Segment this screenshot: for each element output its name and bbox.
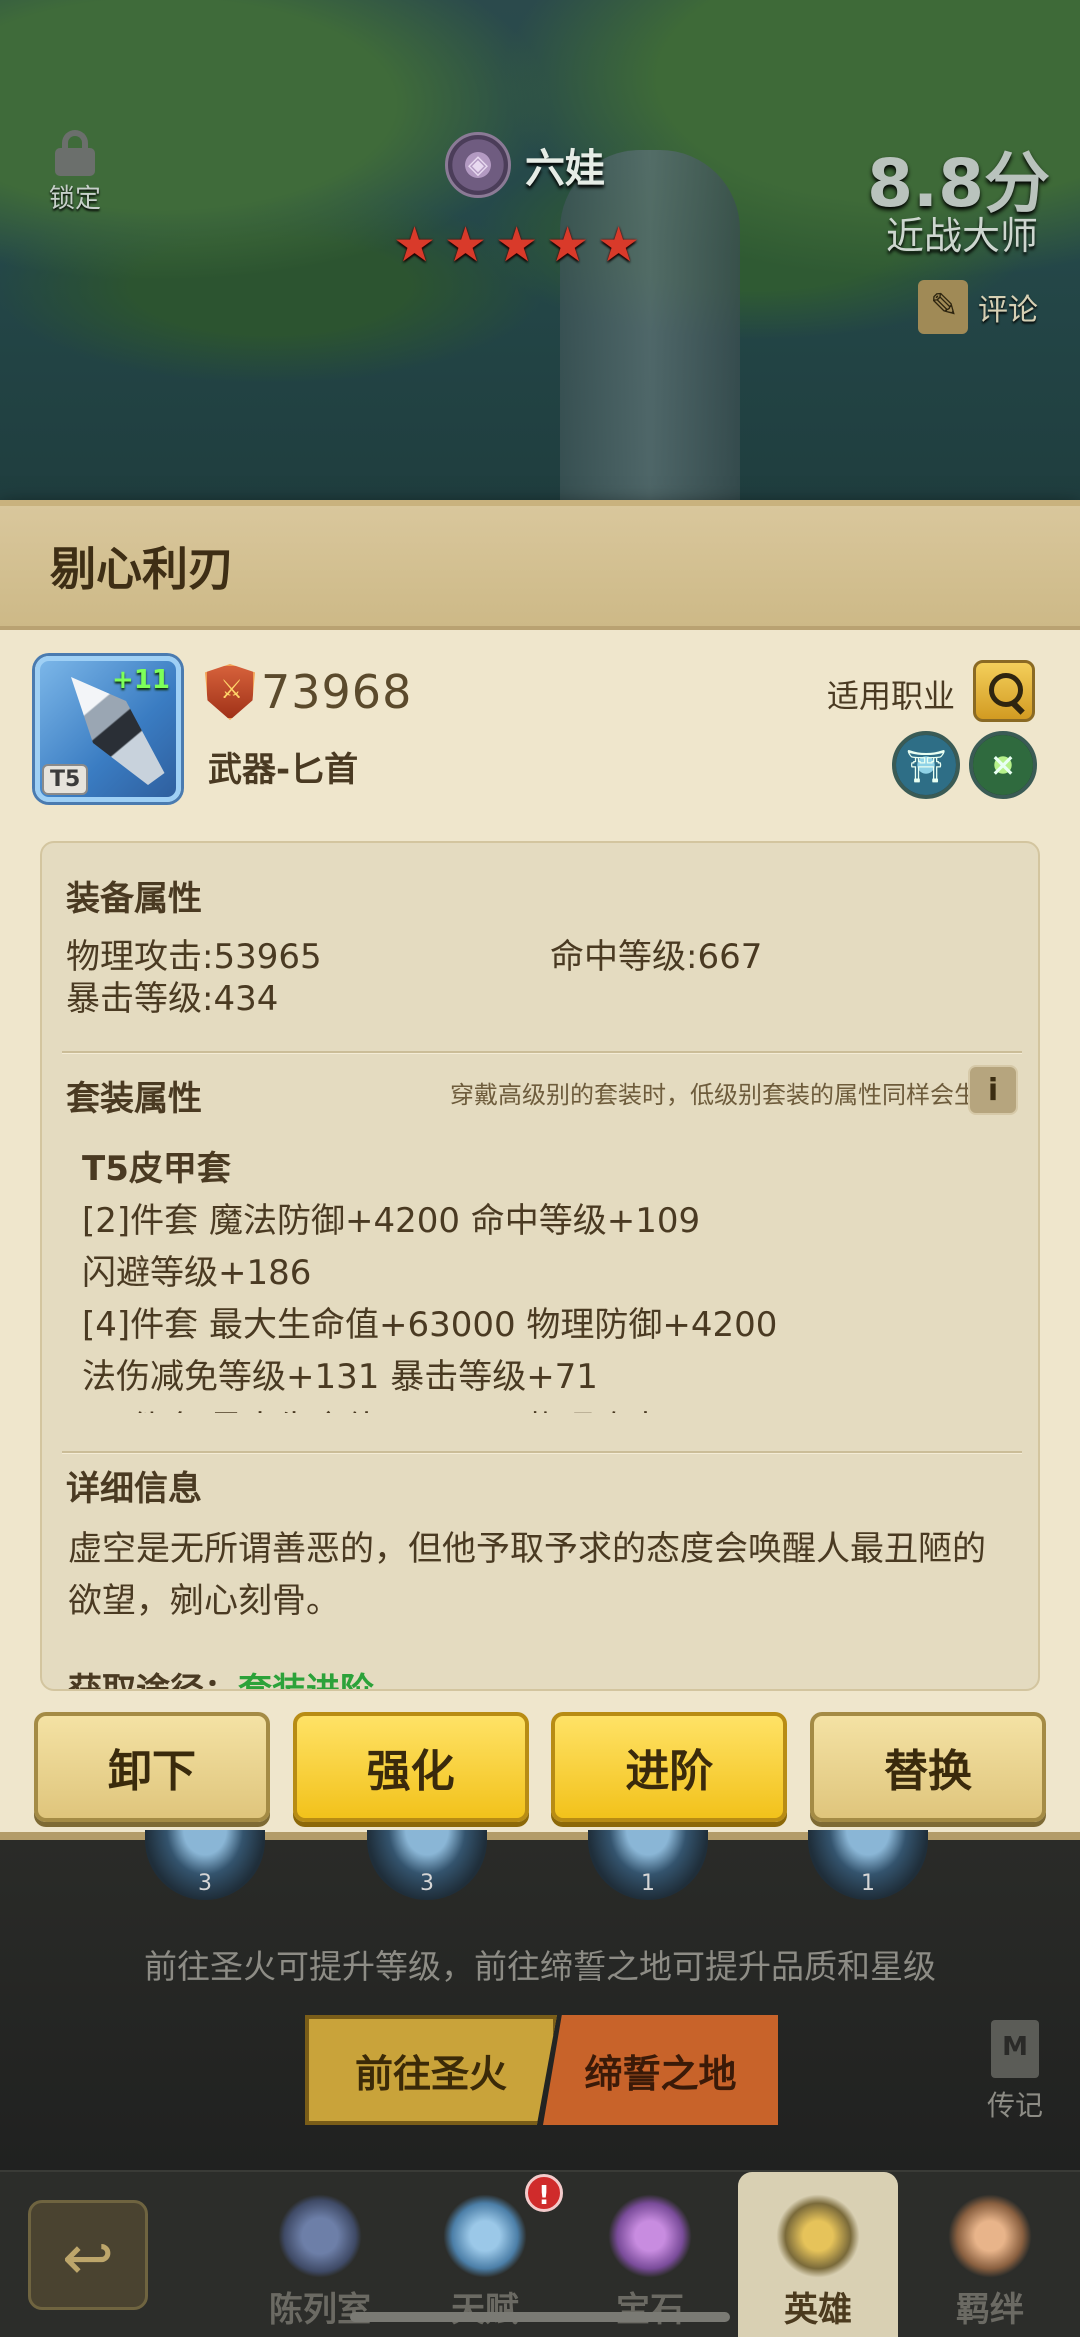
lock-label: 锁定 xyxy=(48,184,101,214)
hero-name: 六娃 xyxy=(525,146,605,192)
handshake-icon xyxy=(948,2194,1032,2278)
source-label: 获取途径： xyxy=(68,1671,238,1691)
class-monk-icon[interactable]: ⛩ xyxy=(892,731,960,799)
set-note: 穿戴高级别的套装时，低级别套装的属性同样会生 xyxy=(450,1081,978,1109)
notification-badge: ! xyxy=(525,2174,563,2212)
set-line: [4]件套 最大生命值+63000 物理防御+4200 xyxy=(82,1305,778,1345)
lock-icon xyxy=(53,130,97,176)
item-type: 武器-匕首 xyxy=(208,750,359,790)
source-row: 获取途径：套装进阶 xyxy=(68,1663,374,1691)
review-icon xyxy=(918,280,968,334)
crown-icon xyxy=(278,2194,362,2278)
gem-count: 3 xyxy=(198,1871,212,1896)
power-value: 73968 xyxy=(261,665,413,719)
suitable-class-label: 适用职业 xyxy=(826,677,955,715)
hero-class-emblem-icon: ◈ xyxy=(445,132,511,198)
review-label: 评论 xyxy=(978,293,1038,328)
stat-hit-level: 命中等级:667 xyxy=(550,937,763,977)
biography-label: 传记 xyxy=(986,2089,1043,2122)
biography-button[interactable]: 传记 xyxy=(980,2020,1050,2124)
replace-button[interactable]: 替换 xyxy=(809,1712,1046,1822)
detail-title: 详细信息 xyxy=(66,1469,202,1509)
lock-button[interactable]: 锁定 xyxy=(40,130,110,215)
gem-slot[interactable]: 1 xyxy=(588,1830,708,1900)
gem-slot[interactable]: 3 xyxy=(367,1830,487,1900)
equipment-panel: 剔心利刃 +11 T5 73968 武器-匕首 适用职业 ⛩ ✕ 装备属性 物理… xyxy=(0,500,1080,1840)
stat-crit-level: 暴击等级:434 xyxy=(66,979,279,1019)
power-shield-icon xyxy=(205,664,255,720)
enhance-button[interactable]: 强化 xyxy=(292,1712,529,1822)
search-icon[interactable] xyxy=(973,660,1035,722)
nav-heroes[interactable]: 英雄 xyxy=(738,2172,898,2337)
star-icon: ★ xyxy=(495,217,539,273)
lower-area: 3 3 1 1 前往圣火可提升等级，前往缔誓之地可提升品质和星级 前往圣火 缔誓… xyxy=(0,1830,1080,2170)
back-button[interactable]: ↩ xyxy=(28,2200,148,2310)
hero-stars: ★ ★ ★ ★ ★ xyxy=(393,220,640,270)
gem-count: 3 xyxy=(420,1871,434,1896)
set-lines: T5皮甲套 [2]件套 魔法防御+4200 命中等级+109 闪避等级+186 … xyxy=(82,1143,1012,1413)
set-line: 法伤减免等级+131 暴击等级+71 xyxy=(82,1357,598,1397)
nav-label: 羁绊 xyxy=(956,2290,1024,2330)
enhance-level: +11 xyxy=(112,665,170,695)
set-attr-title: 套装属性 xyxy=(66,1079,202,1119)
advance-button[interactable]: 进阶 xyxy=(551,1712,788,1822)
class-blade-icon[interactable]: ✕ xyxy=(969,731,1037,799)
gem-slot[interactable]: 3 xyxy=(145,1830,265,1900)
set-name: T5皮甲套 xyxy=(82,1149,231,1189)
item-description: 虚空是无所谓善恶的，但他予取予求的态度会唤醒人最丑陋的欲望，剜心刻骨。 xyxy=(68,1529,986,1621)
gem-slot[interactable]: 1 xyxy=(808,1830,928,1900)
talent-icon xyxy=(443,2194,527,2278)
set-line: [2]件套 魔法防御+4200 命中等级+109 xyxy=(82,1201,701,1241)
nav-label: 宝石 xyxy=(616,2290,684,2330)
set-line: 闪避等级+186 xyxy=(82,1253,312,1293)
unequip-button[interactable]: 卸下 xyxy=(34,1712,270,1822)
star-icon: ★ xyxy=(393,217,437,273)
nav-label: 英雄 xyxy=(784,2290,852,2330)
book-icon xyxy=(991,2020,1039,2078)
action-buttons: 卸下 强化 进阶 替换 xyxy=(34,1712,1046,1822)
divider xyxy=(62,1451,1022,1454)
equipment-item-icon[interactable]: +11 T5 xyxy=(35,656,181,802)
star-icon: ★ xyxy=(444,217,488,273)
upgrade-hint: 前往圣火可提升等级，前往缔誓之地可提升品质和星级 xyxy=(144,1947,936,1986)
set-line: [6]件套 最大生命值+63000 物理攻击+8400 xyxy=(82,1403,1012,1413)
info-icon[interactable] xyxy=(968,1065,1018,1115)
power-row: 73968 xyxy=(205,664,412,720)
oath-land-button[interactable]: 缔誓之地 xyxy=(543,2015,778,2125)
star-icon: ★ xyxy=(597,217,641,273)
panel-header: 剔心利刃 xyxy=(0,506,1080,630)
nav-label: 陈列室 xyxy=(269,2290,371,2330)
attribute-card[interactable]: 装备属性 物理攻击:53965 命中等级:667 暴击等级:434 套装属性 穿… xyxy=(40,841,1040,1691)
hero-name-row: ◈ 六娃 xyxy=(445,132,605,198)
review-button[interactable]: 评论 xyxy=(918,280,1038,334)
gift-icon xyxy=(608,2194,692,2278)
hero-background: 锁定 ◈ 六娃 ★ ★ ★ ★ ★ 8.8分 近战大师 评论 xyxy=(0,0,1080,520)
hero-rank: 近战大师 xyxy=(885,214,1038,258)
background-rock xyxy=(560,150,740,510)
star-icon: ★ xyxy=(546,217,590,273)
gem-count: 1 xyxy=(861,1871,875,1896)
equipment-title: 剔心利刃 xyxy=(50,542,234,596)
back-arrow-icon: ↩ xyxy=(62,2221,114,2294)
home-indicator[interactable] xyxy=(350,2312,730,2322)
divider xyxy=(62,1051,1022,1054)
equip-attr-title: 装备属性 xyxy=(66,879,202,919)
nav-label: 天赋 xyxy=(451,2290,519,2330)
tier-badge: T5 xyxy=(42,764,89,795)
holy-fire-button[interactable]: 前往圣火 xyxy=(305,2015,557,2125)
source-link[interactable]: 套装进阶 xyxy=(238,1671,374,1689)
gem-slots: 3 3 1 1 xyxy=(0,1830,1080,1910)
helmet-icon xyxy=(776,2194,860,2278)
nav-bonds[interactable]: 羁绊 xyxy=(910,2172,1070,2337)
gem-count: 1 xyxy=(641,1871,655,1896)
